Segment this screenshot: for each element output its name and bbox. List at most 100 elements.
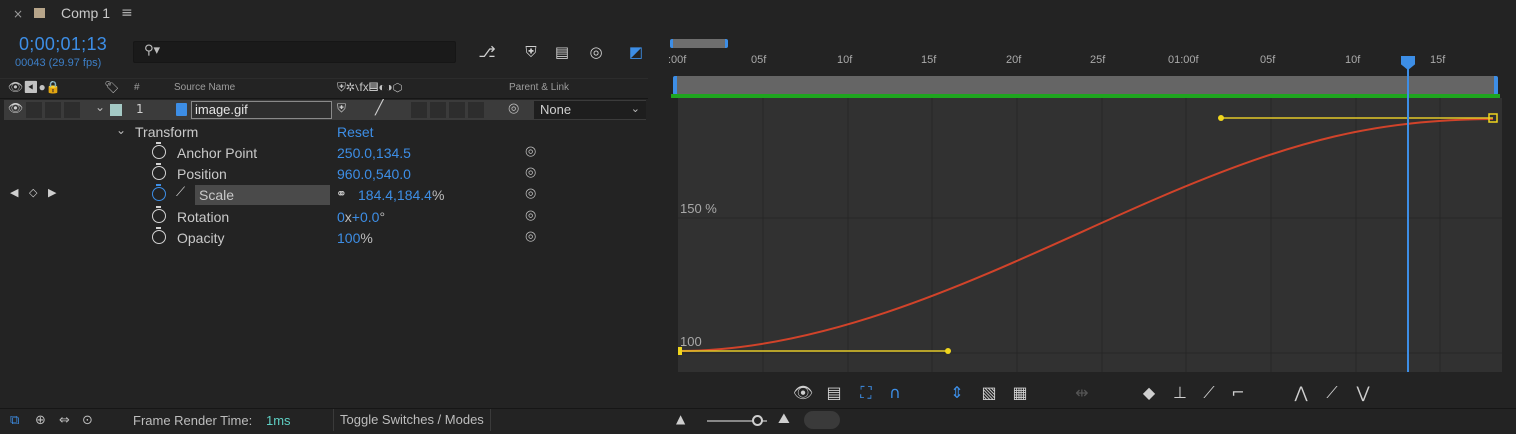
expression-pick-whip-icon[interactable]: ◎ bbox=[525, 186, 536, 201]
property-row-position[interactable]: Position 960.0,540.0 ◎ bbox=[0, 163, 648, 185]
quality-switch-icon[interactable]: ╱ bbox=[375, 100, 383, 116]
opacity-value[interactable]: 100% bbox=[337, 230, 373, 246]
anchor-point-value[interactable]: 250.0,134.5 bbox=[337, 145, 411, 161]
chevron-down-icon[interactable]: ⌄ bbox=[95, 100, 105, 114]
effect-switch[interactable] bbox=[411, 102, 427, 118]
rotation-value[interactable]: 0x+0.0° bbox=[337, 209, 385, 225]
add-keyframe-icon[interactable]: ◇ bbox=[29, 186, 37, 199]
auto-bezier-icon[interactable]: ⌐ bbox=[1225, 383, 1251, 402]
playhead-line[interactable] bbox=[1407, 58, 1409, 372]
lock-toggle[interactable] bbox=[64, 102, 80, 118]
ruler-tick: 15f bbox=[921, 54, 937, 66]
parent-dropdown[interactable]: None ⌄ bbox=[534, 101, 646, 119]
stopwatch-icon[interactable] bbox=[152, 206, 166, 223]
scale-value-curve[interactable] bbox=[678, 118, 1494, 352]
chevron-down-icon: ⌄ bbox=[630, 103, 640, 115]
frame-render-value: 1ms bbox=[266, 413, 291, 428]
stopwatch-icon[interactable] bbox=[152, 142, 166, 159]
chevron-down-icon[interactable]: ⌄ bbox=[116, 123, 126, 137]
stopwatch-icon[interactable] bbox=[152, 227, 166, 244]
ruler-tick: 20f bbox=[1006, 54, 1022, 66]
tab-comp-title[interactable]: Comp 1 bbox=[61, 5, 110, 21]
motion-blur-switch[interactable] bbox=[449, 102, 465, 118]
transform-box-icon[interactable]: ⛶ bbox=[853, 383, 879, 403]
layer-label-color[interactable] bbox=[110, 104, 122, 116]
visibility-eye-icon[interactable]: 👁 bbox=[8, 101, 23, 115]
property-label: Anchor Point bbox=[177, 145, 258, 161]
render-time-icon[interactable]: ⊙ bbox=[82, 413, 93, 428]
zoom-out-icon[interactable]: ▲ bbox=[676, 412, 685, 426]
search-input[interactable]: ⚲▾ bbox=[133, 41, 456, 63]
frame-blend-switch[interactable] bbox=[430, 102, 446, 118]
graph-grid bbox=[678, 98, 1502, 372]
zoom-in-icon[interactable]: ⛰ bbox=[778, 411, 790, 427]
motion-blur-icon[interactable]: ◎ bbox=[585, 41, 607, 63]
expression-pick-whip-icon[interactable]: ◎ bbox=[525, 144, 536, 159]
work-area-bar[interactable] bbox=[670, 39, 728, 48]
next-keyframe-icon[interactable]: ▶ bbox=[48, 186, 56, 199]
frame-blending-icon[interactable]: ▤ bbox=[551, 41, 573, 63]
ruler-tick: 10f bbox=[837, 54, 853, 66]
property-row-rotation[interactable]: Rotation 0x+0.0° ◎ bbox=[0, 206, 648, 228]
footage-file-icon bbox=[176, 103, 187, 116]
graph-options-icon[interactable]: ▤ bbox=[821, 383, 847, 402]
zoom-range-pill[interactable] bbox=[804, 411, 840, 429]
adjustment-switch[interactable] bbox=[468, 102, 484, 118]
layer-switches-icon[interactable]: ⧉ bbox=[10, 413, 19, 428]
graph-include-icon[interactable]: ⟋ bbox=[176, 185, 185, 200]
easy-ease-icon[interactable]: ⋀ bbox=[1288, 383, 1314, 402]
graph-canvas[interactable] bbox=[678, 98, 1502, 372]
toggle-switches-modes-button[interactable]: Toggle Switches / Modes bbox=[333, 409, 491, 431]
value-graph[interactable]: 150 % 100 bbox=[678, 98, 1502, 372]
hold-keyframe-icon[interactable]: ⊥ bbox=[1167, 383, 1193, 402]
frame-render-label: Frame Render Time: bbox=[133, 413, 253, 428]
snap-magnet-icon[interactable]: ∩ bbox=[882, 383, 908, 402]
bezier-handle[interactable] bbox=[1218, 115, 1224, 121]
show-properties-eye-icon[interactable]: 👁 bbox=[790, 383, 816, 402]
layer-row[interactable]: 👁 ⌄ 1 image.gif ⛨ ╱ ◎ None ⌄ bbox=[4, 100, 646, 120]
reset-link[interactable]: Reset bbox=[337, 124, 374, 140]
in-out-stretch-icon[interactable]: ⇔ bbox=[59, 413, 70, 428]
audio-toggle[interactable] bbox=[26, 102, 42, 118]
stopwatch-icon[interactable] bbox=[152, 184, 166, 201]
transform-group-row[interactable]: ⌄ Transform Reset bbox=[0, 122, 648, 143]
shy-switch-icon[interactable]: ⛨ bbox=[337, 101, 346, 116]
separate-dimensions-icon[interactable]: ⇹ bbox=[1069, 383, 1095, 402]
current-time-display[interactable]: 0;00;01;13 bbox=[19, 34, 107, 55]
zoom-slider-knob[interactable] bbox=[752, 415, 763, 426]
time-ruler[interactable]: :00f 05f 10f 15f 20f 25f 01:00f 05f 10f … bbox=[668, 48, 1502, 78]
prev-keyframe-icon[interactable]: ◀ bbox=[10, 186, 18, 199]
solo-toggle[interactable] bbox=[45, 102, 61, 118]
fit-all-icon[interactable]: ▦ bbox=[1007, 383, 1033, 402]
easy-ease-out-icon[interactable]: ⋁ bbox=[1350, 383, 1376, 402]
bezier-handle[interactable] bbox=[945, 348, 951, 354]
layer-name-field[interactable]: image.gif bbox=[191, 101, 332, 119]
scale-value[interactable]: 184.4,184.4% bbox=[358, 187, 444, 203]
property-row-anchor-point[interactable]: Anchor Point 250.0,134.5 ◎ bbox=[0, 142, 648, 164]
graph-editor-icon[interactable]: ◩ bbox=[625, 41, 647, 63]
position-value[interactable]: 960.0,540.0 bbox=[337, 166, 411, 182]
linear-keyframe-icon[interactable]: ⟋ bbox=[1196, 383, 1222, 403]
stopwatch-icon[interactable] bbox=[152, 163, 166, 180]
ruler-tick: 15f bbox=[1430, 54, 1446, 66]
av-features-icons: 👁◀●🔒 bbox=[8, 80, 61, 94]
edit-keyframe-icon[interactable]: ◆ bbox=[1136, 383, 1162, 402]
column-source-name[interactable]: Source Name bbox=[174, 82, 235, 93]
constrain-proportions-icon[interactable]: ⚭ bbox=[336, 187, 347, 202]
shy-layers-icon[interactable]: ⛨ bbox=[520, 41, 542, 63]
property-row-opacity[interactable]: Opacity 100% ◎ bbox=[0, 227, 648, 249]
graph-editor-toolbar: 👁 ▤ ⛶ ∩ ⇕ ▧ ▦ ⇹ ◆ ⊥ ⟋ ⌐ ⋀ ⟋ ⋁ bbox=[668, 380, 1502, 408]
expression-pick-whip-icon[interactable]: ◎ bbox=[525, 229, 536, 244]
layer-duration-bar[interactable] bbox=[673, 76, 1498, 95]
composition-flowchart-icon[interactable]: ⎇ bbox=[476, 41, 498, 63]
fit-selection-icon[interactable]: ▧ bbox=[976, 383, 1002, 402]
property-row-scale[interactable]: ◀ ◇ ▶ ⟋ Scale ⚭ 184.4,184.4% ◎ bbox=[0, 184, 648, 206]
easy-ease-in-icon[interactable]: ⟋ bbox=[1319, 383, 1345, 403]
expression-pick-whip-icon[interactable]: ◎ bbox=[525, 165, 536, 180]
expression-pick-whip-icon[interactable]: ◎ bbox=[525, 208, 536, 223]
pick-whip-icon[interactable]: ◎ bbox=[508, 101, 519, 116]
transfer-controls-icon[interactable]: ⊕ bbox=[35, 413, 46, 428]
panel-menu-icon[interactable]: ≡ bbox=[121, 5, 133, 21]
auto-zoom-icon[interactable]: ⇕ bbox=[944, 383, 970, 402]
tab-close-button[interactable]: × bbox=[13, 7, 23, 21]
